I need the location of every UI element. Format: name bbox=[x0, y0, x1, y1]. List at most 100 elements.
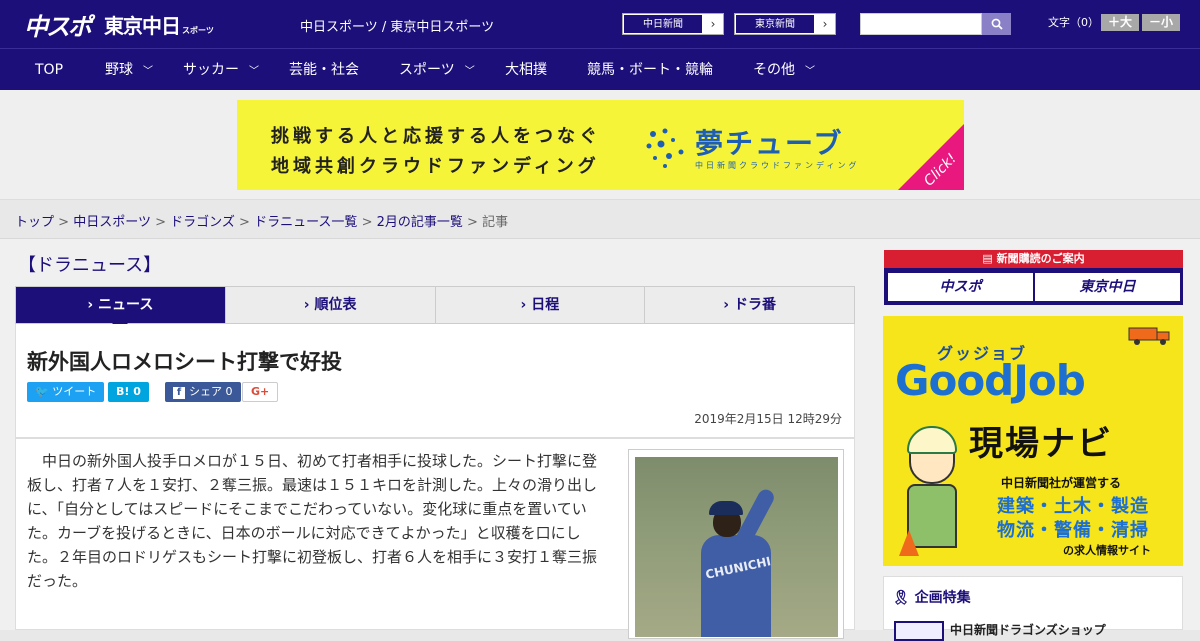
chunichi-shimbun-link[interactable]: 中日新聞 › bbox=[622, 13, 724, 35]
feature-box: 🎗 企画特集 中日新聞ドラゴンズショップ bbox=[883, 576, 1183, 641]
tab-schedule[interactable]: › 日程 bbox=[436, 287, 646, 323]
facebook-share-button[interactable]: f シェア 0 bbox=[165, 382, 241, 402]
nav-item-label: 芸能・社会 bbox=[289, 62, 359, 78]
feature-thumbnail[interactable] bbox=[894, 621, 944, 641]
newspaper-icon: ▤ bbox=[982, 252, 997, 265]
tab-news[interactable]: › ニュース bbox=[16, 287, 226, 331]
nav-item-sumo[interactable]: 大相撲 bbox=[505, 49, 547, 91]
subscribe-tokyo-chunichi-button[interactable]: 東京中日 bbox=[1035, 273, 1180, 301]
font-bigger-button[interactable]: ＋大 bbox=[1101, 14, 1139, 31]
photo-player-cap bbox=[709, 501, 743, 515]
banner-logo-text: 夢チューブ bbox=[695, 127, 844, 160]
article-text: 中日の新外国人投手ロメロが１５日、初めて打者相手に投球した。シート打撃に登板し、… bbox=[27, 452, 598, 590]
chevron-down-icon: ﹀ bbox=[805, 66, 815, 77]
breadcrumb-separator: > bbox=[155, 215, 166, 230]
ribbon-icon: 🎗 bbox=[892, 590, 915, 606]
site-logo[interactable]: 中スポ 東京中日 スポーツ bbox=[24, 8, 214, 41]
article-header: 新外国人ロメロシート打撃で好投 🐦 ツイート B! 0 f シェア 0 G+ 20… bbox=[15, 324, 855, 438]
breadcrumb-separator: > bbox=[361, 215, 373, 230]
article-photo-frame[interactable]: CHUNICHI bbox=[628, 449, 844, 639]
worker-illustration bbox=[899, 426, 965, 556]
goodjob-industries-2: 物流・警備・清掃 bbox=[997, 520, 1149, 541]
tab-standings[interactable]: › 順位表 bbox=[226, 287, 436, 323]
nav-item-racing[interactable]: 競馬・ボート・競輪 bbox=[587, 49, 713, 91]
goodjob-tagline: 中日新聞社が運営する bbox=[1001, 476, 1122, 490]
breadcrumb-separator: > bbox=[467, 215, 478, 230]
chevron-right-icon: › bbox=[87, 297, 99, 313]
tweet-button[interactable]: 🐦 ツイート bbox=[27, 382, 105, 402]
chevron-down-icon: ﹀ bbox=[249, 66, 259, 77]
font-size-label: 文字（0） bbox=[1048, 16, 1099, 29]
breadcrumb-link[interactable]: ドラニュース一覧 bbox=[254, 215, 357, 230]
twitter-icon: 🐦 bbox=[35, 385, 53, 398]
article-body: 中日の新外国人投手ロメロが１５日、初めて打者相手に投球した。シート打撃に登板し、… bbox=[15, 438, 855, 639]
goodjob-footer: の求人情報サイト bbox=[1063, 544, 1151, 557]
goodjob-ad-banner[interactable]: グッジョブ GoodJob 現場ナビ 中日新聞社が運営する 建築・土木・製造 物… bbox=[883, 316, 1183, 566]
logo-sports-label: スポーツ bbox=[182, 25, 214, 35]
chevron-right-icon: › bbox=[710, 17, 716, 31]
breadcrumb-separator: > bbox=[239, 215, 250, 230]
paper-link-label: 東京新聞 bbox=[735, 14, 815, 34]
nav-item-label: その他 bbox=[753, 62, 795, 78]
chevron-down-icon: ﹀ bbox=[464, 66, 475, 77]
nav-item-soccer[interactable]: サッカー ﹀ bbox=[183, 49, 259, 91]
tweet-label: ツイート bbox=[52, 385, 97, 398]
search-button[interactable] bbox=[982, 13, 1011, 35]
subscribe-chuspo-button[interactable]: 中スポ bbox=[888, 273, 1033, 301]
site-name: 中日スポーツ / 東京中日スポーツ bbox=[300, 20, 495, 35]
dots-logo-icon bbox=[646, 128, 684, 168]
breadcrumb-separator: > bbox=[58, 215, 70, 230]
logo-tokyo-chunichi: 東京中日 bbox=[104, 13, 181, 38]
truck-icon bbox=[1128, 327, 1170, 345]
banner-area: 挑戦する人と応援する人をつなぐ 地域共創クラウドファンディング 夢チューブ 中日… bbox=[0, 90, 1200, 200]
nav-item-entertainment[interactable]: 芸能・社会 bbox=[289, 49, 359, 91]
chevron-right-icon: › bbox=[822, 17, 828, 31]
nav-item-sports[interactable]: スポーツ ﹀ bbox=[399, 49, 475, 91]
search-icon bbox=[991, 18, 1003, 30]
nav-item-label: 競馬・ボート・競輪 bbox=[587, 62, 713, 78]
worker-helmet bbox=[907, 426, 957, 454]
breadcrumb-link[interactable]: 中日スポーツ bbox=[73, 215, 151, 230]
section-title: 【ドラニュース】 bbox=[18, 255, 162, 276]
tokyo-shimbun-link[interactable]: 東京新聞 › bbox=[734, 13, 836, 35]
tab-label: 日程 bbox=[531, 297, 560, 313]
nav-item-label: TOP bbox=[35, 62, 64, 78]
crowdfunding-banner[interactable]: 挑戦する人と応援する人をつなぐ 地域共創クラウドファンディング 夢チューブ 中日… bbox=[237, 100, 964, 190]
nav-item-label: 大相撲 bbox=[505, 62, 547, 78]
google-plus-button[interactable]: G+ bbox=[242, 382, 279, 402]
tab-label: ニュース bbox=[98, 297, 154, 313]
article-date: 2019年2月15日 12時29分 bbox=[694, 412, 842, 426]
breadcrumb: トップ > 中日スポーツ > ドラゴンズ > ドラニュース一覧 > 2月の記事一… bbox=[15, 211, 508, 230]
font-smaller-button[interactable]: －小 bbox=[1142, 14, 1180, 31]
news-tabs: › ニュース › 順位表 › 日程 › ドラ番 bbox=[15, 286, 855, 331]
breadcrumb-current: 記事 bbox=[482, 215, 509, 230]
nav-item-label: 野球 bbox=[105, 62, 133, 78]
worker-face bbox=[909, 450, 955, 484]
feature-title-text: 企画特集 bbox=[914, 590, 971, 606]
facebook-share-label: シェア 0 bbox=[189, 385, 233, 398]
subscription-box: ▤ 新聞購読のご案内 中スポ 東京中日 bbox=[884, 250, 1183, 305]
nav-item-other[interactable]: その他 ﹀ bbox=[753, 49, 815, 91]
nav-item-label: サッカー bbox=[183, 62, 239, 78]
paper-link-label: 中日新聞 bbox=[623, 14, 703, 34]
breadcrumb-link[interactable]: ドラゴンズ bbox=[170, 215, 235, 230]
feature-title: 🎗 企画特集 bbox=[892, 587, 971, 607]
main-nav: TOP 野球 ﹀ サッカー ﹀ 芸能・社会 スポーツ ﹀ 大相撲 競馬・ボート・競輪 … bbox=[0, 48, 1200, 90]
subscription-heading: ▤ 新聞購読のご案内 bbox=[884, 250, 1183, 268]
nav-item-baseball[interactable]: 野球 ﹀ bbox=[105, 49, 153, 91]
chevron-right-icon: › bbox=[303, 297, 315, 313]
article-photo: CHUNICHI bbox=[635, 457, 838, 637]
banner-line1: 挑戦する人と応援する人をつなぐ bbox=[271, 126, 601, 147]
photo-player-body bbox=[701, 535, 771, 637]
nav-item-top[interactable]: TOP bbox=[35, 49, 63, 91]
breadcrumb-link[interactable]: トップ bbox=[15, 215, 54, 230]
search-input[interactable] bbox=[860, 13, 982, 35]
goodjob-logo: GoodJob bbox=[895, 356, 1086, 405]
hatena-bookmark-button[interactable]: B! 0 bbox=[108, 382, 149, 402]
site-header: 中スポ 東京中日 スポーツ 中日スポーツ / 東京中日スポーツ 中日新聞 › 東… bbox=[0, 0, 1200, 48]
tab-reporter[interactable]: › ドラ番 bbox=[645, 287, 854, 323]
chevron-right-icon: › bbox=[723, 297, 734, 313]
breadcrumb-link[interactable]: 2月の記事一覧 bbox=[377, 215, 463, 230]
tab-label: ドラ番 bbox=[733, 297, 776, 313]
goodjob-industries-1: 建築・土木・製造 bbox=[997, 496, 1149, 517]
